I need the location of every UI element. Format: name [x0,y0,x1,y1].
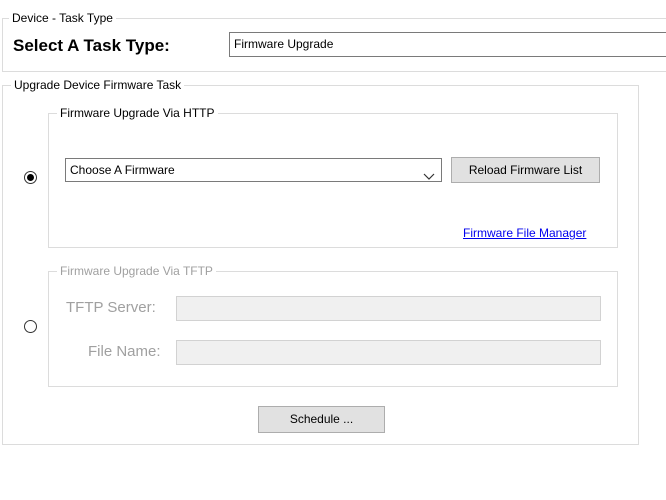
tftp-upgrade-group: Firmware Upgrade Via TFTP [48,264,618,387]
chevron-down-icon [423,166,435,180]
firmware-dropdown[interactable]: Choose A Firmware [65,158,442,182]
http-upgrade-group-legend: Firmware Upgrade Via HTTP [57,106,218,120]
http-radio[interactable] [24,171,37,184]
task-type-field[interactable]: Firmware Upgrade [229,32,666,57]
tftp-server-field[interactable] [176,296,601,321]
select-task-type-label: Select A Task Type: [13,36,170,55]
file-name-label: File Name: [88,343,161,360]
upgrade-firmware-group-legend: Upgrade Device Firmware Task [11,78,185,92]
reload-firmware-list-button[interactable]: Reload Firmware List [451,157,600,183]
firmware-file-manager-link[interactable]: Firmware File Manager [463,226,586,240]
tftp-server-label: TFTP Server: [66,299,156,316]
radio-selected-dot [27,174,34,181]
file-name-field[interactable] [176,340,601,365]
firmware-dropdown-value: Choose A Firmware [70,163,175,177]
tftp-upgrade-group-legend: Firmware Upgrade Via TFTP [57,264,216,278]
schedule-button[interactable]: Schedule ... [258,406,385,433]
tftp-radio[interactable] [24,320,37,333]
task-type-group-legend: Device - Task Type [9,11,116,25]
